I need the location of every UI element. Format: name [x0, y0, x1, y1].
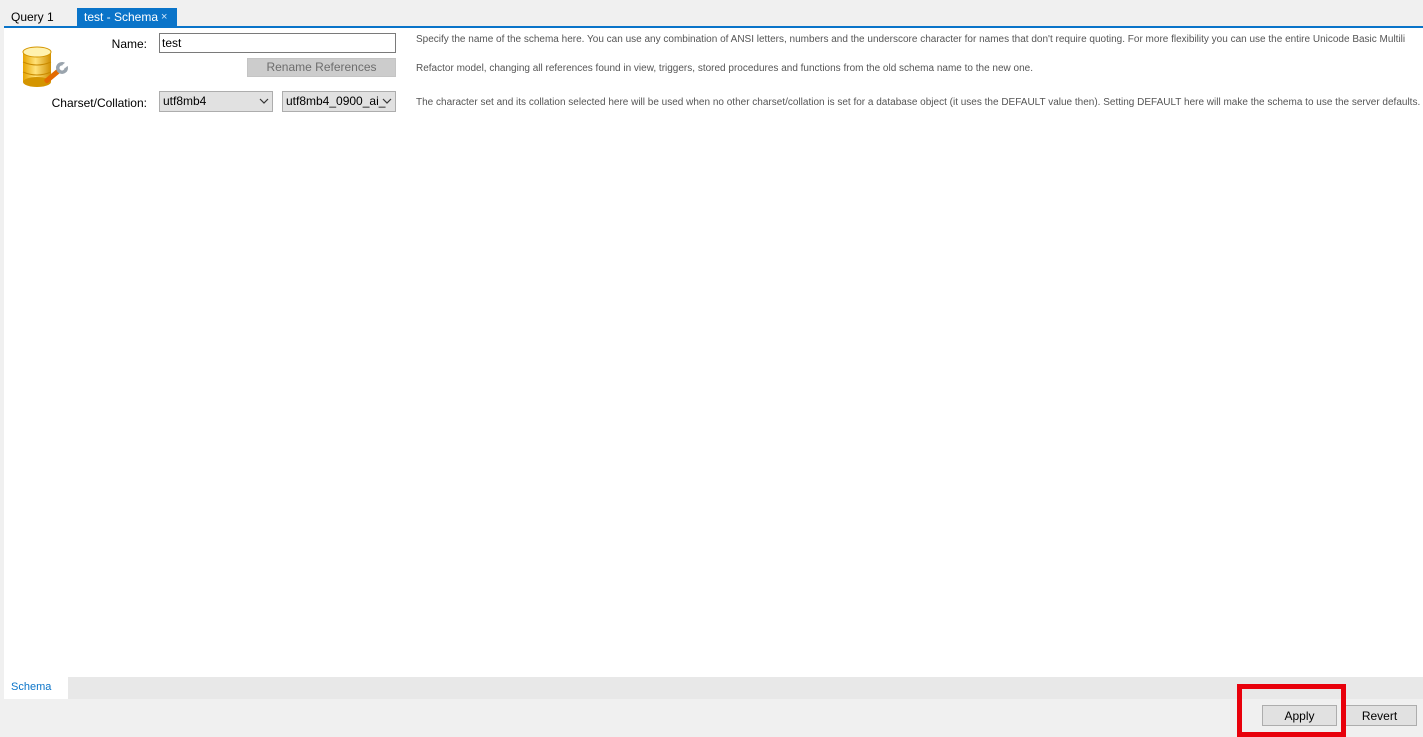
- tab-label: Schema: [11, 681, 52, 693]
- close-icon[interactable]: ×: [161, 8, 167, 27]
- schema-editor-panel: [4, 28, 1423, 677]
- chevron-down-icon: [382, 98, 392, 104]
- apply-button[interactable]: Apply: [1262, 705, 1337, 726]
- collation-select[interactable]: utf8mb4_0900_ai_: [282, 91, 396, 112]
- schema-name-input[interactable]: [159, 33, 396, 53]
- database-wrench-icon: [22, 46, 69, 87]
- collation-value: utf8mb4_0900_ai_: [286, 94, 386, 108]
- charset-value: utf8mb4: [163, 94, 207, 108]
- tab-query-1[interactable]: Query 1: [4, 8, 74, 27]
- charset-collation-label: Charset/Collation:: [51, 96, 147, 110]
- tab-label: test - Schema: [84, 10, 159, 24]
- revert-button[interactable]: Revert: [1342, 705, 1417, 726]
- charset-select[interactable]: utf8mb4: [159, 91, 273, 112]
- action-footer: Apply Revert: [0, 699, 1423, 737]
- name-label: Name:: [111, 37, 147, 51]
- rename-references-button[interactable]: Rename References: [247, 58, 396, 77]
- rename-description: Refactor model, changing all references …: [416, 63, 1034, 74]
- tab-test-schema[interactable]: test - Schema ×: [77, 8, 177, 27]
- charset-description: The character set and its collation sele…: [416, 97, 1421, 108]
- name-description: Specify the name of the schema here. You…: [416, 34, 1406, 45]
- editor-tab-strip: Query 1 test - Schema ×: [0, 0, 1423, 28]
- chevron-down-icon: [259, 98, 269, 104]
- tab-label: Query 1: [11, 10, 54, 24]
- bottom-tab-bar: Schema: [4, 677, 1423, 699]
- tab-schema[interactable]: Schema: [4, 677, 68, 699]
